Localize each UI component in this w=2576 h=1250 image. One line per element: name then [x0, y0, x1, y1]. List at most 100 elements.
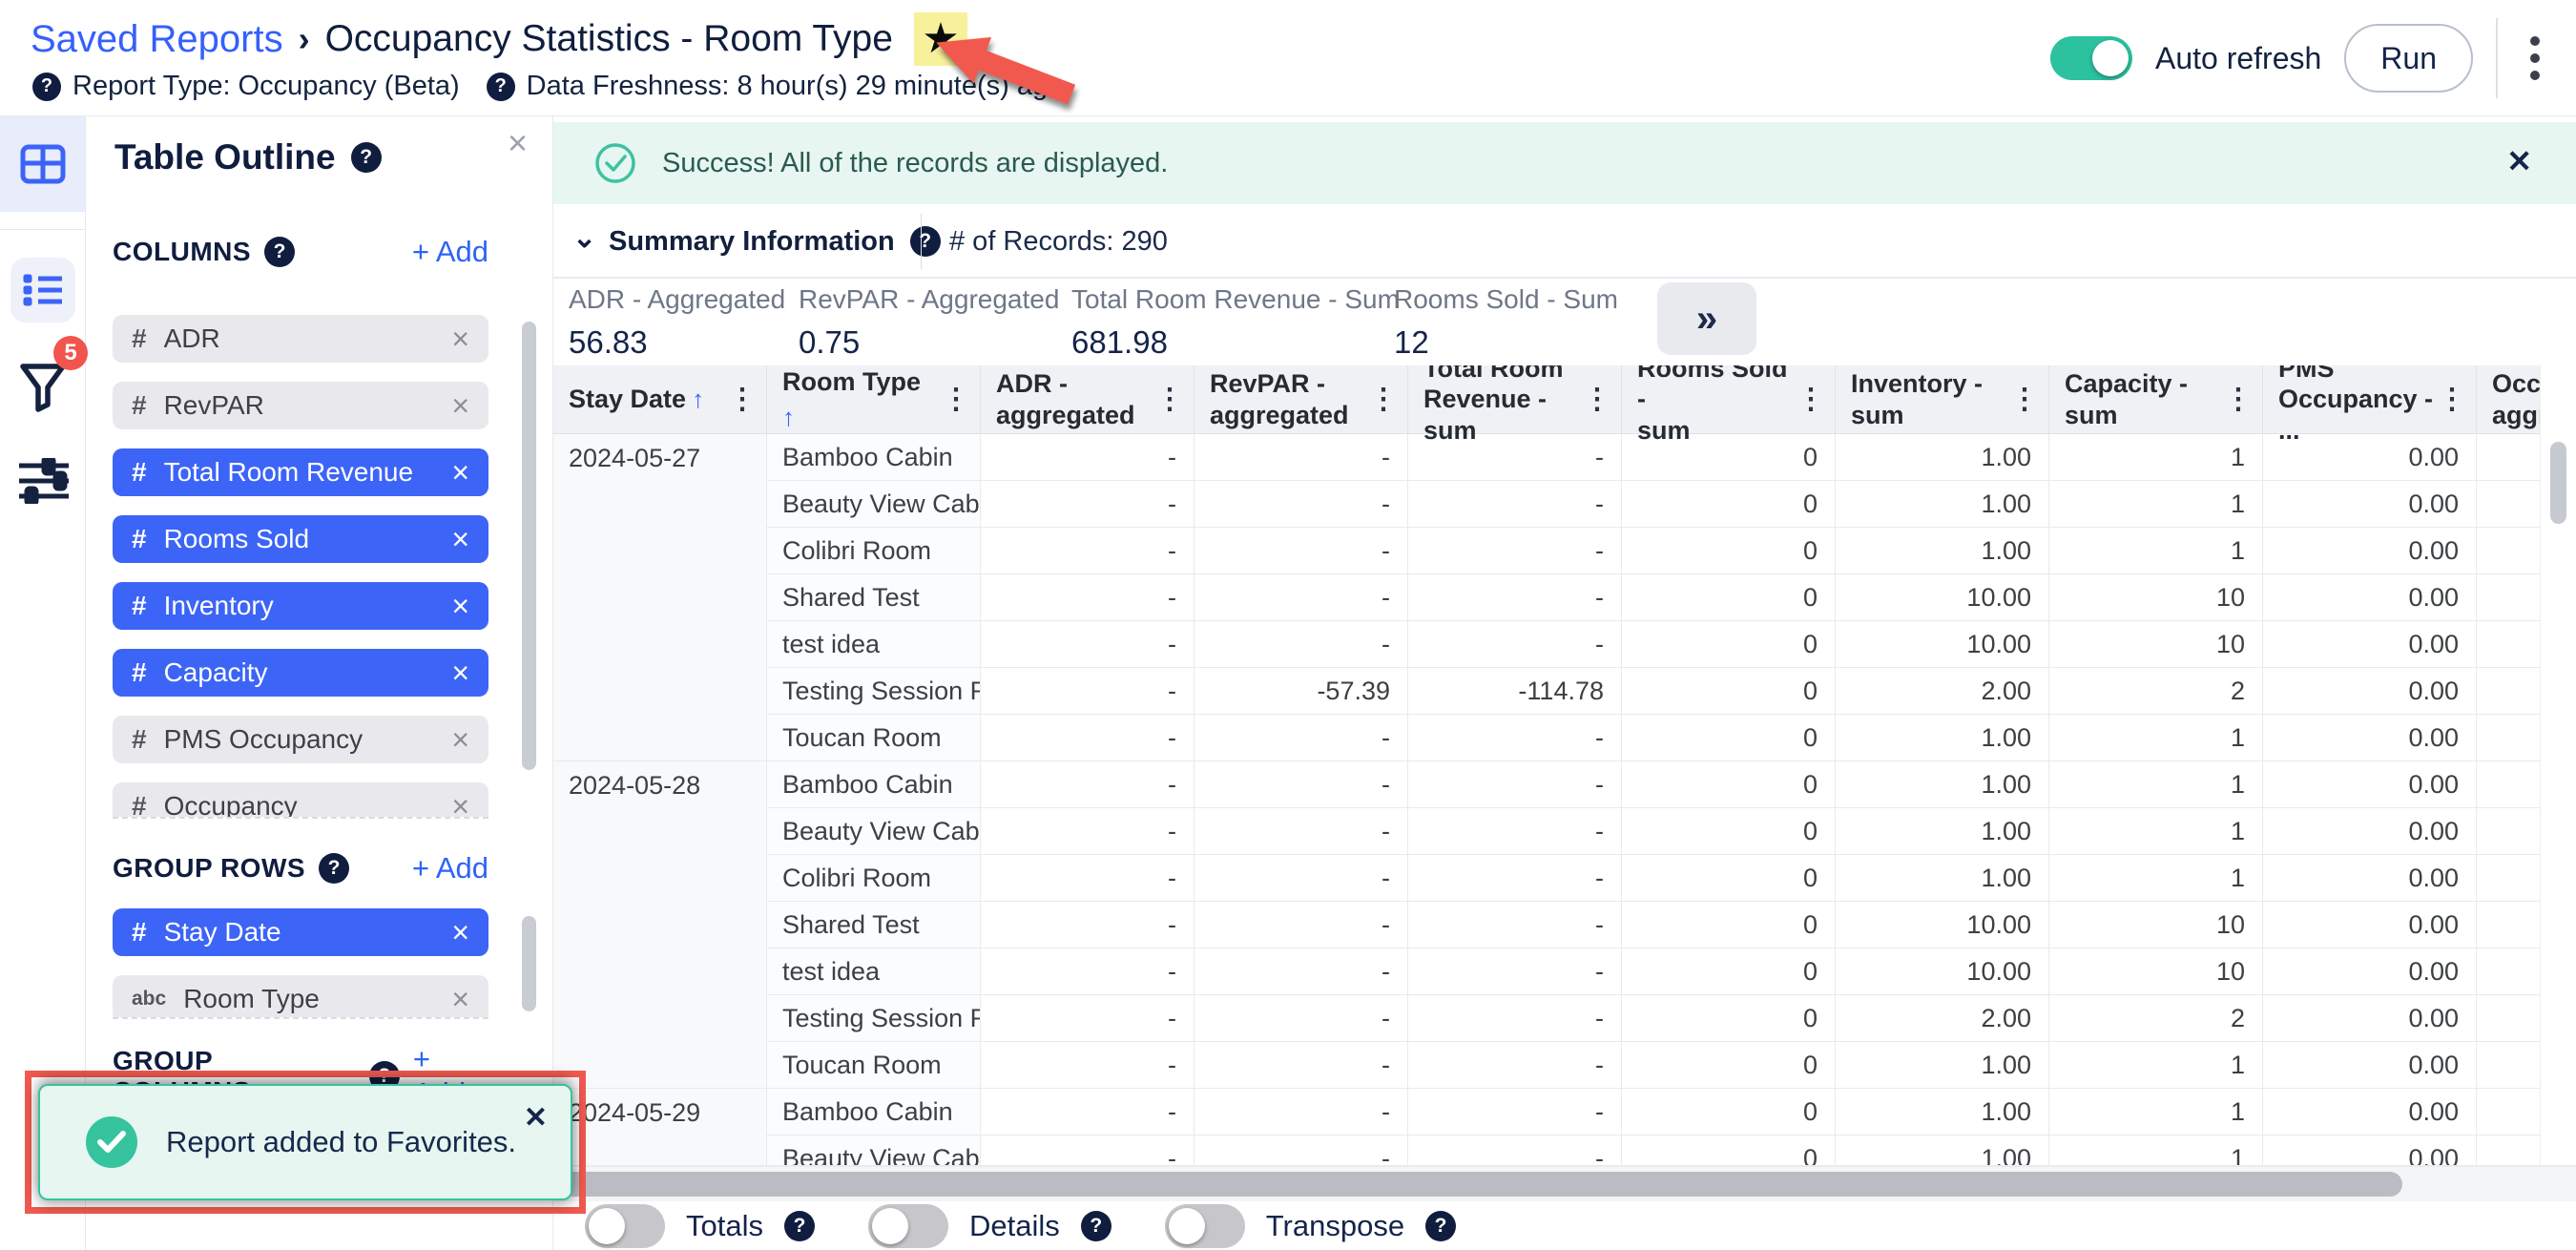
toast-close-icon[interactable]: ✕: [524, 1101, 548, 1135]
help-icon[interactable]: ?: [264, 237, 296, 267]
collapse-chevron-icon[interactable]: ⌄: [572, 221, 596, 255]
room-type-cell: test idea: [767, 948, 981, 995]
table-row[interactable]: Testing Session R...---02.0020.00: [767, 995, 2576, 1042]
vertical-scrollbar[interactable]: [2550, 442, 2566, 524]
table-row[interactable]: Shared Test - - -0 10.00 10 0.00: [767, 574, 2576, 621]
nav-filters[interactable]: [19, 363, 67, 417]
run-button[interactable]: Run: [2344, 24, 2473, 93]
group-rows-scrollbar[interactable]: [522, 916, 536, 1011]
column-menu-icon[interactable]: ⋮: [938, 383, 970, 416]
table-row[interactable]: Testing Session R...--57.39-114.7802.002…: [767, 668, 2576, 715]
column-menu-icon[interactable]: ⋮: [1579, 383, 1611, 416]
table-row[interactable]: Beauty View Cabin - - -0 1.00 1 0.00: [767, 1135, 2576, 1165]
column-menu-icon[interactable]: ⋮: [1365, 383, 1398, 416]
nav-settings[interactable]: [19, 455, 69, 509]
value-cell: 0.00: [2263, 1042, 2477, 1089]
remove-field-icon[interactable]: ×: [451, 455, 469, 490]
field-pill[interactable]: # Rooms Sold ×: [113, 515, 488, 563]
remove-field-icon[interactable]: ×: [451, 722, 469, 758]
help-icon[interactable]: ?: [350, 142, 382, 173]
toggle-knob: [1168, 1207, 1205, 1244]
field-pill[interactable]: # Capacity ×: [113, 649, 488, 697]
remove-field-icon[interactable]: ×: [451, 322, 469, 357]
room-type-cell: Shared Test: [767, 902, 981, 948]
remove-field-icon[interactable]: ×: [451, 589, 469, 624]
help-icon[interactable]: ?: [909, 226, 941, 257]
help-icon[interactable]: ?: [32, 72, 61, 101]
room-type-cell: Testing Session R...: [767, 668, 981, 715]
remove-field-icon[interactable]: ×: [451, 915, 469, 950]
remove-field-icon[interactable]: ×: [451, 388, 469, 424]
table-row[interactable]: Bamboo Cabin - - -0 1.00 1 0.00: [767, 761, 2576, 808]
field-pill[interactable]: # Occupancy ×: [113, 782, 488, 818]
expand-stats-button[interactable]: »: [1657, 282, 1756, 355]
filter-funnel-icon: [20, 364, 66, 412]
more-options-icon[interactable]: [2521, 29, 2549, 88]
details-toggle[interactable]: [867, 1203, 948, 1248]
column-header[interactable]: Rooms Sold - sum ⋮: [1622, 365, 1836, 445]
table-row[interactable]: Colibri Room - - -0 1.00 1 0.00: [767, 855, 2576, 902]
records-count: # of Records: 290: [949, 225, 1168, 257]
column-header[interactable]: Capacity - sum ⋮: [2049, 365, 2263, 433]
column-menu-icon[interactable]: ⋮: [1152, 383, 1184, 416]
column-header[interactable]: PMS Occupancy - ... ⋮: [2263, 365, 2477, 445]
remove-field-icon[interactable]: ×: [451, 656, 469, 691]
column-header[interactable]: Inventory - sum ⋮: [1836, 365, 2049, 433]
table-row[interactable]: Toucan Room - - -0 1.00 1 0.00: [767, 1042, 2576, 1089]
field-pill[interactable]: # PMS Occupancy ×: [113, 716, 488, 763]
help-icon[interactable]: ?: [1080, 1210, 1111, 1241]
auto-refresh-toggle[interactable]: [2049, 36, 2132, 80]
horizontal-scrollbar[interactable]: [561, 1172, 2402, 1197]
help-icon[interactable]: ?: [783, 1210, 815, 1241]
field-pill[interactable]: abc Room Type ×: [113, 975, 488, 1017]
column-menu-icon[interactable]: ⋮: [2220, 383, 2253, 416]
transpose-toggle[interactable]: [1164, 1203, 1245, 1248]
column-menu-icon[interactable]: ⋮: [2434, 383, 2466, 416]
value-cell: -: [981, 995, 1195, 1042]
help-icon[interactable]: ?: [1425, 1210, 1457, 1241]
remove-field-icon[interactable]: ×: [451, 522, 469, 557]
table-row[interactable]: Beauty View Cabin - - -0 1.00 1 0.00: [767, 481, 2576, 528]
field-pill[interactable]: # RevPAR ×: [113, 382, 488, 429]
columns-scrollbar[interactable]: [522, 322, 536, 770]
column-header[interactable]: Room Type ↑ ⋮: [767, 365, 981, 433]
table-row[interactable]: Shared Test - - -0 10.00 10 0.00: [767, 902, 2576, 948]
field-pill[interactable]: # Inventory ×: [113, 582, 488, 630]
summary-information-title[interactable]: Summary Information: [609, 226, 895, 258]
field-pill[interactable]: # Total Room Revenue ×: [113, 448, 488, 496]
column-header-text: Room Type: [782, 366, 922, 396]
value-cell: 0: [1622, 715, 1836, 761]
nav-table-view[interactable]: [0, 116, 85, 212]
field-pill[interactable]: # ADR ×: [113, 315, 488, 363]
add-column-button[interactable]: + Add: [412, 235, 488, 269]
value-cell: 0: [1622, 808, 1836, 855]
table-row[interactable]: test idea - - -0 10.00 10 0.00: [767, 948, 2576, 995]
banner-close-icon[interactable]: ✕: [2506, 143, 2532, 179]
column-header[interactable]: Stay Date ↑ ⋮: [553, 365, 767, 433]
column-menu-icon[interactable]: ⋮: [724, 383, 757, 416]
value-cell: 0: [1622, 948, 1836, 995]
help-icon[interactable]: ?: [486, 72, 515, 101]
table-row[interactable]: Bamboo Cabin - - -0 1.00 1 0.00: [767, 1089, 2576, 1135]
value-cell: -: [1195, 574, 1408, 621]
table-row[interactable]: Beauty View Cabin - - -0 1.00 1 0.00: [767, 808, 2576, 855]
remove-field-icon[interactable]: ×: [451, 982, 469, 1017]
totals-toggle[interactable]: [585, 1203, 665, 1248]
breadcrumb-saved-reports-link[interactable]: Saved Reports: [31, 18, 283, 61]
column-menu-icon[interactable]: ⋮: [2006, 383, 2039, 416]
table-row[interactable]: test idea - - -0 10.00 10 0.00: [767, 621, 2576, 668]
panel-close-icon[interactable]: ×: [508, 126, 528, 160]
table-row[interactable]: Bamboo Cabin - - -0 1.00 1 0.00: [767, 434, 2576, 481]
table-row[interactable]: Toucan Room - - -0 1.00 1 0.00: [767, 715, 2576, 761]
nav-table-outline[interactable]: [10, 258, 75, 323]
table-row[interactable]: Colibri Room - - -0 1.00 1 0.00: [767, 528, 2576, 574]
remove-field-icon[interactable]: ×: [451, 789, 469, 818]
value-cell: -: [1195, 902, 1408, 948]
column-menu-icon[interactable]: ⋮: [1793, 383, 1825, 416]
field-pill[interactable]: # Stay Date ×: [113, 908, 488, 956]
help-icon[interactable]: ?: [319, 853, 350, 884]
add-group-row-button[interactable]: + Add: [412, 851, 488, 885]
column-header[interactable]: Total Room Revenue - sum ⋮: [1408, 365, 1622, 445]
column-header[interactable]: ADR - aggregated ⋮: [981, 365, 1195, 433]
column-header[interactable]: RevPAR - aggregated ⋮: [1195, 365, 1408, 433]
